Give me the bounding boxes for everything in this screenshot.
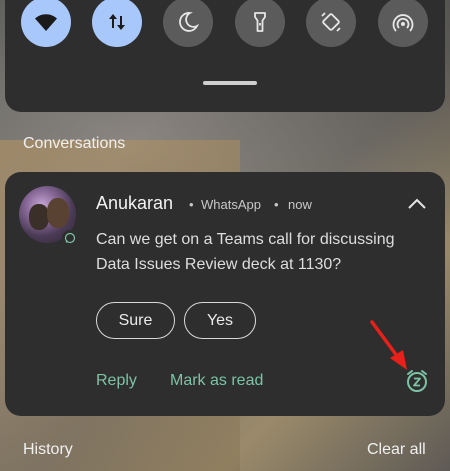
panel-drag-handle[interactable] [203,81,257,85]
conversations-header: Conversations [23,135,126,152]
auto-rotate-icon [321,12,341,32]
history-button[interactable]: History [23,441,73,459]
quick-settings-panel [5,0,445,112]
auto-rotate-tile[interactable] [306,0,356,47]
wifi-tile[interactable] [21,0,71,47]
mark-as-read-button[interactable]: Mark as read [170,372,263,390]
smart-reply-yes-button[interactable]: Yes [184,302,256,339]
app-name: WhatsApp [201,197,261,212]
hotspot-icon [392,14,414,32]
whatsapp-icon [62,230,78,246]
annotation-arrow [370,320,407,370]
clear-all-button[interactable]: Clear all [367,441,426,459]
notification-time: now [288,197,312,212]
flashlight-tile[interactable] [235,0,285,47]
separator: • [189,197,194,212]
hotspot-tile[interactable] [378,0,428,47]
flashlight-icon [254,12,266,32]
smart-reply-sure-button[interactable]: Sure [96,302,175,339]
data-transfer-icon [109,14,125,30]
mobile-data-tile[interactable] [92,0,142,47]
chevron-up-icon[interactable] [406,196,428,212]
dark-theme-tile[interactable] [163,0,213,47]
separator: • [274,197,279,212]
sender-name: Anukaran [96,193,174,213]
wifi-icon [35,14,57,31]
moon-icon [179,12,200,32]
notification-message: Can we get on a Teams call for discussin… [96,231,395,273]
reply-button[interactable]: Reply [96,372,137,390]
notification-card[interactable]: Anukaran • WhatsApp • now Can we get on … [5,172,445,416]
